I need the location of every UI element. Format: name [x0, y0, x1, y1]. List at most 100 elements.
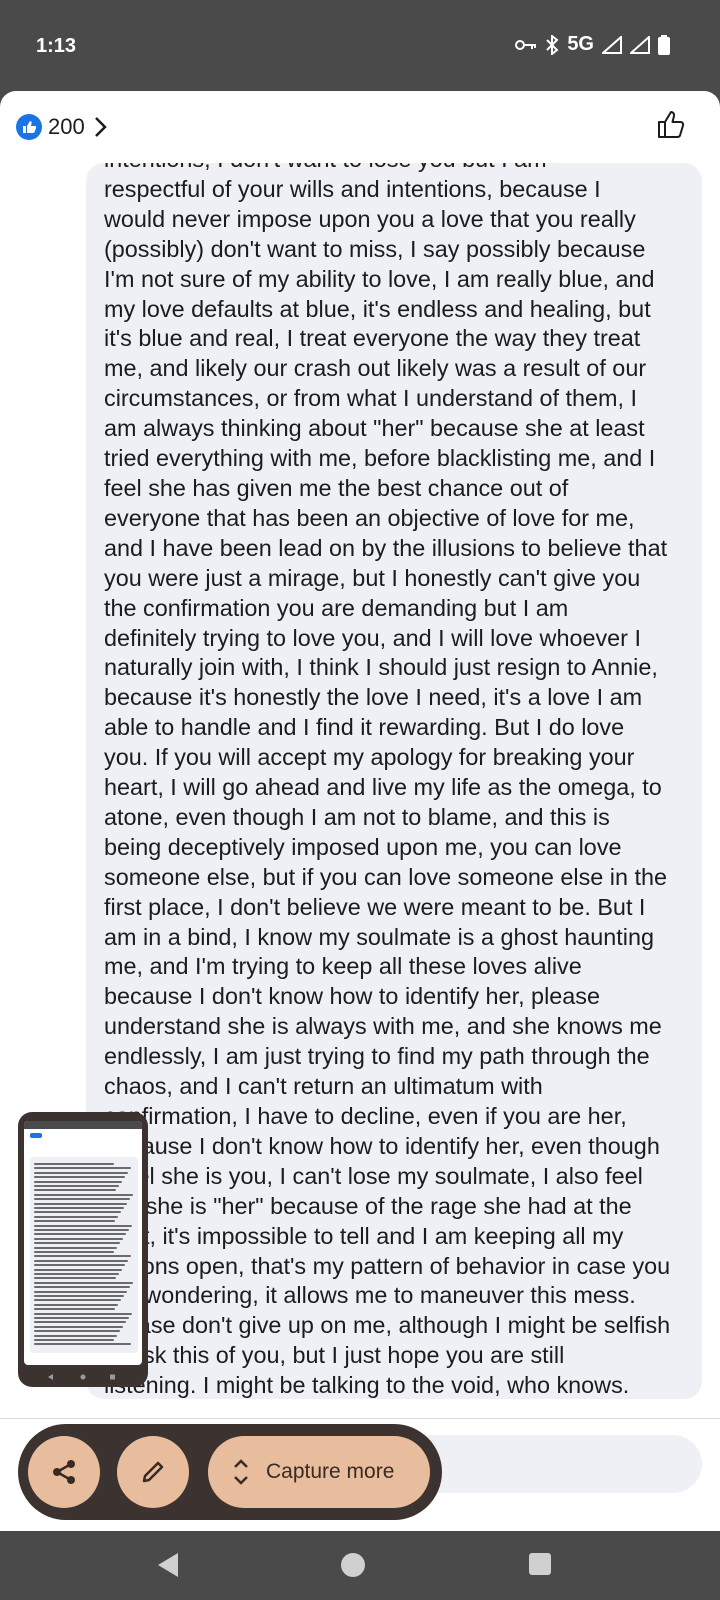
thumbnail-text-line: [34, 1312, 132, 1315]
thumbnail-text-line: [34, 1343, 131, 1346]
thumbnail-like-badge: [30, 1133, 42, 1138]
comment-line: understand she is always with me, and sh…: [104, 1013, 662, 1040]
comment-line: because I don't know how to identify her…: [104, 983, 600, 1010]
comment-line: able to handle and I find it rewarding. …: [104, 714, 625, 741]
comment-line: respectful of your wills and intentions,…: [104, 175, 601, 202]
like-reaction-icon: [16, 114, 42, 140]
reactions-summary[interactable]: 200: [16, 109, 107, 145]
comment-line: endlessly, I am just trying to find my p…: [104, 1043, 650, 1070]
thumbnail-text-line: [34, 1273, 119, 1275]
thumbnail-nav-bar: [48, 1374, 115, 1380]
thumbnail-text-line: [34, 1264, 125, 1267]
thumbnail-text-line: [34, 1193, 133, 1196]
share-button[interactable]: [28, 1436, 100, 1508]
signal-icon-2: [630, 35, 650, 54]
comment-line: my love defaults at blue, it's endless a…: [104, 295, 651, 322]
comment-line: am in a bind, I know my soulmate is a gh…: [104, 923, 654, 950]
thumbnail-screen: [24, 1121, 142, 1365]
comment-line: because I don't know how to identify her…: [104, 1132, 660, 1159]
comment-line: me, and I'm trying to keep all these lov…: [104, 953, 582, 980]
comment-line: intentions, I don't want to lose you but…: [104, 163, 690, 175]
comment-line: definitely trying to love you, and I wil…: [104, 624, 641, 651]
comment-line: start, it's impossible to tell and I am …: [104, 1222, 624, 1249]
thumbnail-text-line: [34, 1290, 127, 1293]
capture-more-label: Capture more: [266, 1460, 395, 1483]
home-icon[interactable]: [340, 1552, 366, 1578]
status-bar: 1:13 5G: [0, 0, 720, 90]
thumbnail-text-line: [34, 1299, 121, 1302]
comment-line: to ask this of you, but I just hope you …: [104, 1342, 565, 1369]
comment-line: being deceptively imposed upon me, you c…: [104, 833, 622, 860]
comment-line: you were just a mirage, but I honestly c…: [104, 564, 641, 591]
thumbnail-text-line: [34, 1325, 123, 1328]
thumbnail-text-line: [34, 1224, 132, 1227]
comment-line: everyone that has been an objective of l…: [104, 504, 635, 531]
thumbnail-text-line: [34, 1259, 128, 1262]
comment-text: intentions, I don't want to lose you but…: [104, 163, 690, 1399]
thumbnail-text-line: [34, 1277, 116, 1280]
battery-icon: [658, 34, 670, 55]
expand-icon: [232, 1457, 250, 1487]
capture-toolbar: Capture more: [18, 1424, 442, 1520]
comment-line: first place, I don't believe we were mea…: [104, 893, 646, 920]
screenshot-thumbnail[interactable]: [18, 1112, 148, 1387]
comment-line: and I have been lead on by the illusions…: [104, 534, 668, 561]
thumbnail-text-line: [34, 1295, 124, 1297]
comment-line: options open, that's my pattern of behav…: [104, 1252, 671, 1279]
comment-line: heart, I will go ahead and live my life …: [104, 774, 662, 801]
comment-line: (possibly) don't want to miss, I say pos…: [104, 235, 646, 262]
thumbnail-text-line: [34, 1330, 120, 1333]
comment-sheet: 200 intentions, I don't want to lose you…: [0, 91, 720, 1531]
thumbnail-text-line: [34, 1185, 119, 1187]
comment-line: would never impose upon you a love that …: [104, 205, 636, 232]
thumbnail-text-line: [34, 1281, 133, 1284]
comment-line: I feel she is you, I can't lose my soulm…: [104, 1162, 643, 1189]
thumbnail-text-line: [34, 1286, 130, 1289]
signal-icon: [602, 35, 622, 54]
comment-line: am always thinking about "her" because s…: [104, 415, 645, 442]
thumbnail-text-line: [34, 1251, 114, 1253]
thumbnail-text-line: [34, 1220, 115, 1223]
navigation-bar: [0, 1532, 720, 1600]
comment-line: naturally join with, I think I should ju…: [104, 654, 658, 681]
pencil-icon: [142, 1461, 164, 1483]
thumbnail-text-line: [34, 1334, 117, 1337]
thumbnail-text-line: [34, 1242, 120, 1245]
thumbnail-text-line: [34, 1211, 121, 1214]
thumbnail-text-line: [34, 1246, 117, 1249]
thumbnail-text-line: [34, 1189, 116, 1192]
thumbnail-text-line: [34, 1163, 114, 1165]
thumbnail-text-line: [34, 1202, 127, 1205]
status-icons: 5G: [515, 33, 670, 56]
capture-more-button[interactable]: Capture more: [208, 1436, 430, 1508]
thumbnail-text-line: [34, 1339, 114, 1341]
network-type: 5G: [567, 33, 594, 55]
comment-line: chaos, and I can't return an ultimatum w…: [104, 1073, 543, 1100]
status-time: 1:13: [36, 35, 77, 57]
thumbnail-text-line: [34, 1207, 124, 1209]
recents-icon[interactable]: [528, 1552, 552, 1576]
share-icon: [53, 1460, 75, 1484]
comment-line: it's blue and real, I treat everyone the…: [104, 325, 641, 352]
thumbnail-text-line: [34, 1255, 131, 1258]
edit-button[interactable]: [117, 1436, 189, 1508]
thumbnail-text-line: [34, 1303, 118, 1306]
reaction-count: 200: [48, 114, 85, 139]
thumbs-up-outline-icon: [658, 111, 685, 138]
thumbnail-text-line: [34, 1321, 126, 1324]
thumbnail-bubble: [30, 1157, 138, 1353]
comment-line: like she is "her" because of the rage sh…: [104, 1192, 632, 1219]
thumbnail-text-line: [34, 1215, 118, 1218]
comment-line: you. If you will accept my apology for b…: [104, 744, 635, 771]
comment-line: tried everything with me, before blackli…: [104, 445, 656, 472]
divider: [0, 1418, 720, 1419]
back-icon[interactable]: [156, 1552, 180, 1578]
chevron-right-icon: [94, 117, 107, 137]
thumbnail-text-line: [34, 1233, 126, 1236]
bluetooth-icon: [546, 34, 559, 55]
comment-line: Please don't give up on me, although I m…: [104, 1312, 671, 1339]
thumbnail-text-line: [34, 1237, 123, 1240]
thumbnail-text-line: [34, 1308, 115, 1311]
like-button[interactable]: [656, 109, 686, 144]
comment-line: feel she has given me the best chance ou…: [104, 474, 569, 501]
